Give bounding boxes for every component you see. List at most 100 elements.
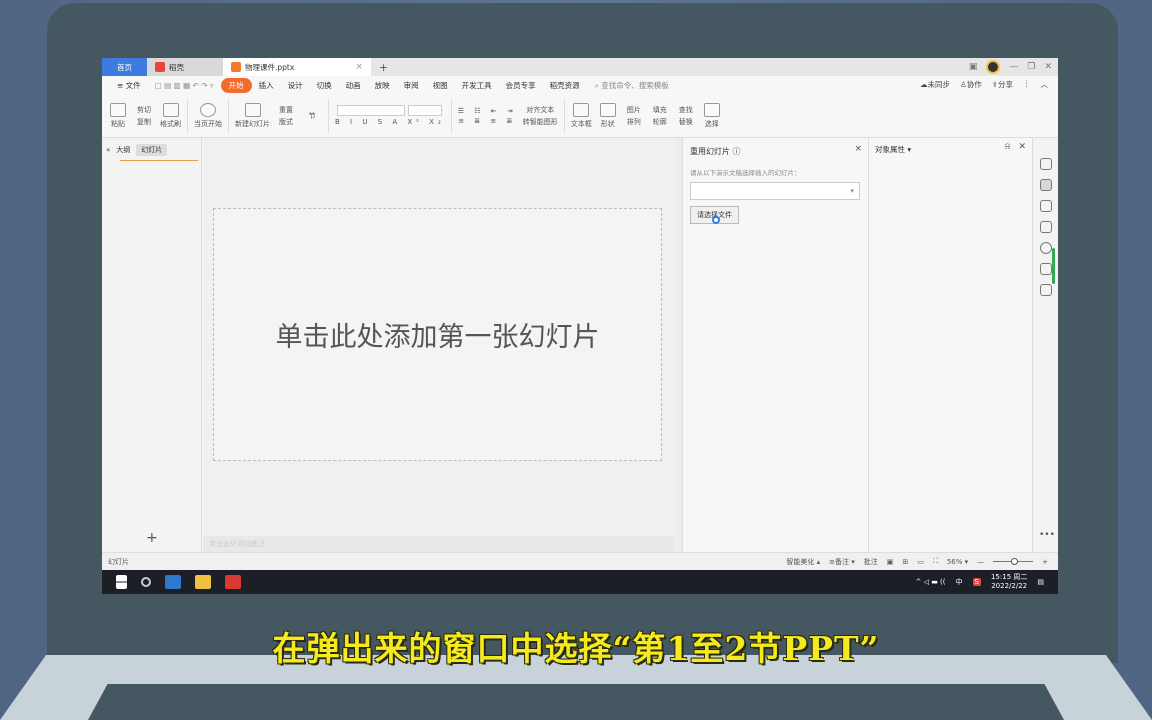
reset-button[interactable]: 重置 (279, 105, 293, 115)
avatar[interactable] (986, 60, 1001, 74)
menu-docer-resources[interactable]: 稻壳资源 (543, 80, 587, 91)
menu-developer[interactable]: 开发工具 (455, 80, 499, 91)
new-tab-button[interactable]: + (371, 61, 396, 74)
tray-icons[interactable]: ^ ◁ ▬ (( (916, 578, 946, 586)
empty-slide-placeholder[interactable]: 单击此处添加第一张幻灯片 (213, 208, 662, 461)
collapse-ribbon-icon[interactable]: ︿ (1041, 79, 1049, 90)
notification-icon[interactable]: ▤ (1037, 578, 1044, 586)
sorter-view-icon[interactable]: ⊞ (902, 558, 908, 566)
animation-icon[interactable] (1039, 200, 1052, 212)
tab-docer[interactable]: 稻壳 (147, 58, 223, 76)
replace-button[interactable]: 替换 (679, 117, 693, 127)
copy-icon[interactable] (1039, 221, 1052, 233)
collab-button[interactable]: ♙协作 (960, 79, 982, 90)
menu-insert[interactable]: 插入 (252, 80, 281, 91)
wps-icon[interactable] (225, 575, 241, 589)
image-icon[interactable] (1039, 263, 1052, 275)
fill-group: 填充 轮廓 (650, 105, 670, 127)
more-icon[interactable]: ⋮ (1023, 79, 1031, 90)
fill-button[interactable]: 填充 (653, 105, 667, 115)
props-title[interactable]: 对象属性 ▾ (875, 144, 1026, 155)
command-search[interactable]: ⌕ 查找命令、搜索模板 (595, 80, 669, 91)
app-fs-icon[interactable] (165, 575, 181, 589)
font-size-select[interactable] (408, 105, 443, 116)
slide-thumbnail-pane: « 大纲 幻灯片 + (102, 138, 202, 552)
picture-button[interactable]: 图片 (627, 105, 641, 115)
cut-button[interactable]: 剪切 (137, 105, 151, 115)
tab-close-icon[interactable]: × (355, 62, 363, 72)
font-family-select[interactable] (337, 105, 406, 116)
style-icon[interactable] (1039, 158, 1052, 170)
select-button[interactable]: 选择 (702, 102, 722, 129)
fit-icon[interactable]: ⛶ (933, 557, 938, 566)
from-current-button[interactable]: 当页开始 (194, 102, 222, 129)
comment-button[interactable]: 批注 (864, 557, 878, 567)
normal-view-icon[interactable]: ▣ (887, 558, 894, 566)
file-explorer-icon[interactable] (195, 575, 211, 589)
more-icon[interactable]: ••• (1039, 530, 1055, 540)
help-icon[interactable] (1039, 242, 1052, 254)
search-icon[interactable] (141, 577, 151, 587)
format-painter-button[interactable]: 格式刷 (160, 102, 181, 129)
location-icon[interactable] (1039, 284, 1052, 296)
notes-button[interactable]: ≡备注 ▾ (829, 557, 855, 567)
side-scroll-indicator[interactable] (1052, 248, 1055, 284)
outline-button[interactable]: 轮廓 (653, 117, 667, 127)
share-button[interactable]: ⇪分享 (992, 79, 1013, 90)
collapse-pane-icon[interactable]: « (106, 146, 110, 154)
sogou-icon[interactable]: S (972, 578, 981, 586)
menu-home[interactable]: 开始 (220, 77, 252, 93)
tab-file[interactable]: 物理课件.pptx × (223, 58, 371, 76)
add-slide-button[interactable]: + (146, 530, 158, 546)
smartart-button[interactable]: 转智能图形 (523, 117, 558, 127)
copy-button[interactable]: 复制 (137, 117, 151, 127)
layout-icon[interactable]: ▣ (969, 62, 978, 72)
align-text-button[interactable]: 对齐文本 (526, 105, 554, 115)
zoom-slider[interactable] (993, 558, 1034, 565)
clock[interactable]: 15:15 周二 2022/2/22 (991, 573, 1027, 591)
align-icons[interactable]: ≡ ≣ ≡ ≣ (458, 117, 516, 125)
properties-icon[interactable] (1039, 179, 1052, 191)
zoom-level[interactable]: 56% ▾ (947, 558, 968, 566)
list-icons[interactable]: ☰ ☷ ⇤ ⇥ (458, 107, 517, 115)
status-slide-label: 幻灯片 (108, 557, 129, 566)
pin-icon[interactable]: ⍾ (1004, 142, 1010, 152)
browse-file-button[interactable]: 请选择文件 (690, 206, 739, 224)
menu-view[interactable]: 视图 (426, 80, 455, 91)
tab-outline[interactable]: 大纲 (116, 145, 130, 155)
menu-member[interactable]: 会员专享 (499, 80, 543, 91)
font-style-icons[interactable]: B I U S A X² X₂ (335, 118, 445, 126)
menu-design[interactable]: 设计 (281, 80, 310, 91)
layout-button[interactable]: 版式 (279, 117, 293, 127)
tab-home[interactable]: 首页 (102, 58, 147, 76)
close-icon[interactable]: ✕ (1018, 142, 1026, 152)
maximize-button[interactable]: ❐ (1027, 62, 1035, 72)
new-slide-button[interactable]: 新建幻灯片 (235, 102, 270, 129)
find-button[interactable]: 查找 (679, 105, 693, 115)
menu-review[interactable]: 审阅 (397, 80, 426, 91)
zoom-out-button[interactable]: — (977, 558, 984, 566)
ime-indicator[interactable]: 中 (956, 577, 963, 587)
menu-file[interactable]: ≡ 文件 (110, 80, 148, 91)
text-box-icon (573, 102, 590, 117)
beautify-button[interactable]: 智能美化 ▴ (786, 557, 820, 567)
zoom-slider-knob[interactable] (1011, 558, 1019, 565)
menu-transition[interactable]: 切换 (310, 80, 339, 91)
presentation-select[interactable]: ▾ (690, 182, 860, 200)
text-box-button[interactable]: 文本框 (571, 102, 592, 129)
shape-button[interactable]: 形状 (598, 102, 618, 129)
sync-status[interactable]: ☁未同步 (920, 79, 950, 90)
notes-area[interactable]: 单击此处添加备注 (203, 536, 675, 552)
paste-button[interactable]: 粘贴 (108, 102, 128, 129)
zoom-in-button[interactable]: + (1042, 558, 1048, 566)
menu-slideshow[interactable]: 放映 (368, 80, 397, 91)
tab-slides[interactable]: 幻灯片 (136, 144, 168, 156)
windows-start-icon[interactable] (116, 575, 127, 589)
menu-animation[interactable]: 动画 (339, 80, 368, 91)
section-button[interactable]: 节 (302, 111, 322, 121)
arrange-button[interactable]: 排列 (627, 117, 641, 127)
minimize-button[interactable]: — (1009, 62, 1018, 72)
reading-view-icon[interactable]: ▭ (917, 558, 924, 566)
close-button[interactable]: ✕ (1044, 62, 1052, 72)
close-icon[interactable]: × (854, 144, 862, 154)
